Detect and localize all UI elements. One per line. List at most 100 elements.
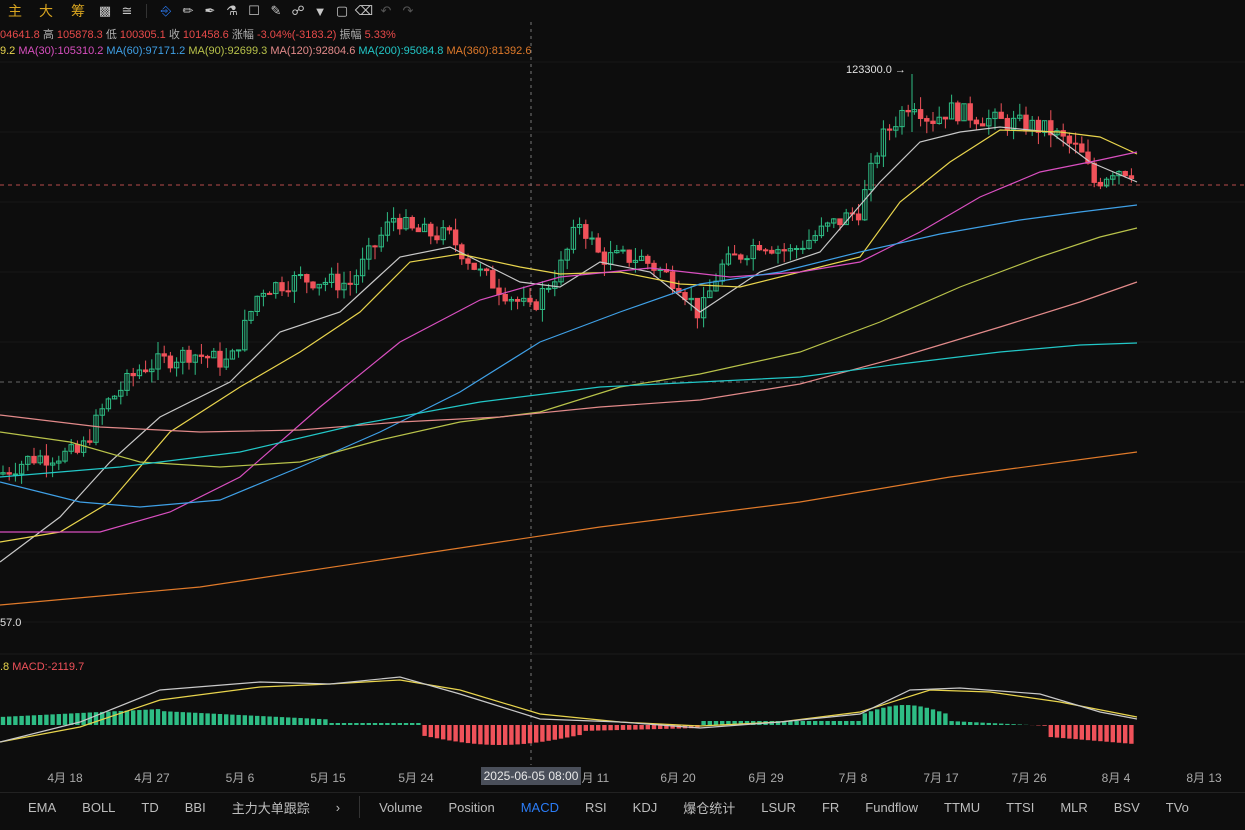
- macd-bar: [391, 723, 396, 725]
- macd-bar: [379, 723, 384, 725]
- candle-body: [855, 213, 862, 221]
- macd-bar: [44, 714, 49, 725]
- indicator-lsur[interactable]: LSUR: [748, 800, 809, 815]
- macd-bar: [131, 710, 136, 725]
- toolbar-item-big[interactable]: 大: [30, 0, 62, 22]
- candle-body: [793, 247, 800, 250]
- cursor-icon[interactable]: ⎆: [155, 0, 177, 22]
- moving-average-line: [0, 129, 1138, 543]
- indicator-mlr[interactable]: MLR: [1047, 800, 1100, 815]
- candle-body: [533, 301, 539, 310]
- macd-bar: [813, 721, 818, 725]
- price-chart[interactable]: [0, 22, 1245, 765]
- macd-bar: [899, 705, 905, 725]
- candle-body: [979, 123, 986, 127]
- macd-bar: [137, 710, 142, 725]
- macd-bar: [410, 723, 415, 725]
- macd-bar: [0, 716, 6, 725]
- macd-bar: [372, 723, 378, 725]
- macd-bar: [980, 722, 985, 725]
- macd-bar: [472, 725, 477, 744]
- macd-bar: [645, 725, 650, 730]
- indicator-td[interactable]: TD: [128, 800, 171, 815]
- dock-icon[interactable]: ▢: [331, 0, 353, 22]
- candle-body: [905, 109, 911, 113]
- candle-body: [285, 290, 291, 293]
- chevron-right-icon[interactable]: ›: [323, 800, 353, 815]
- macd-bar: [124, 710, 130, 725]
- toolbar-divider: [146, 4, 147, 18]
- ruler-icon[interactable]: ✏: [177, 0, 199, 22]
- macd-bar: [875, 709, 880, 725]
- macd-bar: [912, 705, 917, 725]
- macd-bar: [583, 725, 588, 731]
- candle-body: [347, 282, 353, 285]
- pattern-icon[interactable]: ⚗: [221, 0, 243, 22]
- indicator-boll[interactable]: BOLL: [69, 800, 128, 815]
- date-tick: 8月 13: [1186, 771, 1222, 785]
- candle-body: [731, 253, 738, 256]
- macd-bar: [310, 718, 316, 725]
- toolbar-item-main[interactable]: 主: [0, 0, 30, 22]
- filter-icon[interactable]: ▼: [309, 0, 331, 22]
- macd-bar: [844, 721, 849, 725]
- indicator-ema[interactable]: EMA: [0, 800, 69, 815]
- macd-bar: [651, 725, 657, 730]
- macd-bar: [304, 718, 309, 725]
- macd-bar: [93, 712, 99, 725]
- macd-bar: [999, 723, 1004, 725]
- indicator-liquidation[interactable]: 爆仓统计: [670, 798, 748, 817]
- toolbar-item-chips[interactable]: 筹: [62, 0, 94, 22]
- indicator-ttsi[interactable]: TTSI: [993, 800, 1047, 815]
- indicator-macd[interactable]: MACD: [508, 800, 572, 815]
- macd-bar: [397, 723, 402, 725]
- candle-body: [161, 353, 167, 357]
- indicator-main-force[interactable]: 主力大单跟踪: [219, 798, 323, 817]
- candle-body: [583, 224, 589, 239]
- indicator-bsv[interactable]: BSV: [1101, 800, 1153, 815]
- indicator-icon[interactable]: ≅: [116, 0, 138, 22]
- link-icon[interactable]: ☍: [287, 0, 309, 22]
- indicator-tvo[interactable]: TVo: [1153, 800, 1202, 815]
- indicator-position[interactable]: Position: [435, 800, 507, 815]
- macd-bar: [292, 717, 297, 725]
- macd-bar: [360, 723, 365, 725]
- indicator-kdj[interactable]: KDJ: [620, 800, 671, 815]
- macd-bar: [515, 725, 520, 745]
- indicator-ttmu[interactable]: TTMU: [931, 800, 993, 815]
- macd-bar: [1079, 725, 1084, 740]
- candle-body: [434, 235, 440, 241]
- indicator-volume[interactable]: Volume: [366, 800, 435, 815]
- trash-icon[interactable]: ⌫: [353, 0, 375, 22]
- indicator-rsi[interactable]: RSI: [572, 800, 620, 815]
- candle-body: [409, 217, 415, 229]
- macd-bar: [447, 725, 452, 741]
- note-icon[interactable]: ✎: [265, 0, 287, 22]
- candle-body: [998, 111, 1004, 119]
- macd-bar: [199, 713, 204, 725]
- candle-body: [310, 281, 316, 289]
- candle-body: [446, 227, 453, 231]
- time-axis: 4月 18 4月 27 5月 6 5月 15 5月 24 6月 11 6月 20…: [0, 765, 1245, 787]
- macd-bar: [534, 725, 539, 743]
- macd-bar: [1110, 725, 1115, 743]
- indicator-fr[interactable]: FR: [809, 800, 852, 815]
- macd-bar: [850, 721, 855, 725]
- indicator-fundflow[interactable]: Fundflow: [852, 800, 931, 815]
- redo-icon[interactable]: ↷: [397, 0, 419, 22]
- date-tick: 7月 17: [923, 771, 959, 785]
- layout-icon[interactable]: ▩: [94, 0, 116, 22]
- drawing-toolbar: 主 大 筹 ▩ ≅ ⎆ ✏ ✒ ⚗ ☐ ✎ ☍ ▼ ▢ ⌫ ↶ ↷: [0, 0, 1245, 22]
- candle-body: [74, 444, 81, 453]
- macd-bar: [614, 725, 619, 731]
- macd-bar: [434, 725, 440, 739]
- pen-icon[interactable]: ✒: [199, 0, 221, 22]
- macd-bar: [819, 721, 824, 725]
- candle-body: [651, 262, 657, 271]
- indicator-bbi[interactable]: BBI: [172, 800, 219, 815]
- lock-icon[interactable]: ☐: [243, 0, 265, 22]
- undo-icon[interactable]: ↶: [375, 0, 397, 22]
- macd-bar: [490, 725, 495, 745]
- indicator-bar: EMA BOLL TD BBI 主力大单跟踪 › Volume Position…: [0, 792, 1245, 821]
- candle-body: [837, 218, 843, 226]
